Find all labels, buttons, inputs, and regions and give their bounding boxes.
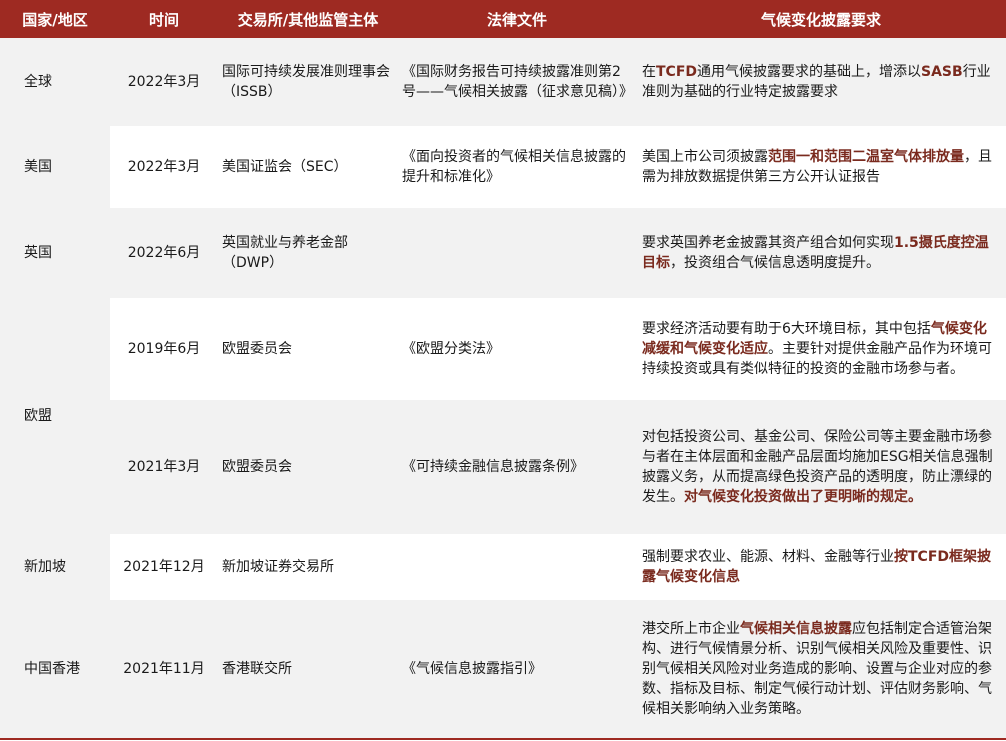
table-header: 国家/地区 时间 交易所/其他监管主体 法律文件 气候变化披露要求 <box>0 0 1006 38</box>
requirement-cell: 对包括投资公司、基金公司、保险公司等主要金融市场参与者在主体层面和金融产品层面均… <box>636 400 1006 534</box>
requirement-text: 在 <box>642 64 656 80</box>
time-cell: 2022年3月 <box>110 38 218 126</box>
requirement-text: 港交所上市企业 <box>642 621 740 637</box>
requirement-cell: 美国上市公司须披露范围一和范围二温室气体排放量，且需为排放数据提供第三方公开认证… <box>636 126 1006 208</box>
requirement-cell: 在TCFD通用气候披露要求的基础上，增添以SASB行业准则为基础的行业特定披露要… <box>636 38 1006 126</box>
time-cell: 2022年3月 <box>127 159 201 175</box>
highlighted-text: 范围一和范围二温室气体排放量 <box>768 149 964 165</box>
region-cell: 中国香港 <box>0 600 110 739</box>
region-cell: 全球 <box>0 38 110 126</box>
law-cell <box>398 534 636 600</box>
header-org: 交易所/其他监管主体 <box>218 0 398 38</box>
requirement-text: 强制要求农业、能源、材料、金融等行业 <box>642 549 894 565</box>
requirement-text: 通用气候披露要求的基础上，增添以 <box>697 64 922 80</box>
header-law: 法律文件 <box>398 0 636 38</box>
region-cell: 欧盟 <box>0 298 110 534</box>
highlighted-text: 气候相关信息披露 <box>740 621 852 637</box>
org-cell: 欧盟委员会 <box>222 341 292 357</box>
law-cell: 《可持续金融信息披露条例》 <box>398 400 636 534</box>
time-cell: 2021年3月 <box>110 400 218 534</box>
header-time: 时间 <box>110 0 218 38</box>
header-requirement: 气候变化披露要求 <box>636 0 1006 38</box>
region-cell: 美国 <box>0 126 110 208</box>
table-row: 新加坡 2021年12月 新加坡证券交易所 强制要求农业、能源、材料、金融等行业… <box>0 534 1006 600</box>
requirement-text: ，投资组合气候信息透明度提升。 <box>670 255 880 271</box>
time-cell: 2022年6月 <box>110 208 218 298</box>
law-cell: 《气候信息披露指引》 <box>398 600 636 739</box>
region-cell: 英国 <box>0 208 110 298</box>
org-cell: 新加坡证券交易所 <box>222 559 334 575</box>
time-cell: 2021年12月 <box>123 559 205 575</box>
org-cell: 香港联交所 <box>218 600 398 739</box>
highlighted-text: 对气候变化投资做出了更明晰的规定。 <box>684 489 922 505</box>
org-cell: 英国就业与养老金部（DWP） <box>218 208 398 298</box>
time-cell: 2019年6月 <box>127 341 201 357</box>
org-cell: 美国证监会（SEC） <box>222 159 348 175</box>
requirement-cell: 要求英国养老金披露其资产组合如何实现1.5摄氏度控温目标，投资组合气候信息透明度… <box>636 208 1006 298</box>
table-row: 美国 2022年3月 美国证监会（SEC） 《面向投资者的气候相关信息披露的提升… <box>0 126 1006 208</box>
requirement-text: 美国上市公司须披露 <box>642 149 768 165</box>
law-cell: 《欧盟分类法》 <box>402 341 500 357</box>
org-cell: 欧盟委员会 <box>218 400 398 534</box>
law-cell: 《面向投资者的气候相关信息披露的提升和标准化》 <box>402 149 626 185</box>
highlighted-text: SASB <box>921 64 963 80</box>
requirement-text: 要求经济活动要有助于6大环境目标，其中包括 <box>642 321 931 337</box>
table-row: 2021年3月 欧盟委员会 《可持续金融信息披露条例》 对包括投资公司、基金公司… <box>0 400 1006 534</box>
table-row: 中国香港 2021年11月 香港联交所 《气候信息披露指引》 港交所上市企业气候… <box>0 600 1006 739</box>
header-region: 国家/地区 <box>0 0 110 38</box>
highlighted-text: TCFD <box>656 64 698 80</box>
requirement-cell: 强制要求农业、能源、材料、金融等行业按TCFD框架披露气候变化信息 <box>636 534 1006 600</box>
table-row: 欧盟 2019年6月 欧盟委员会 《欧盟分类法》 要求经济活动要有助于6大环境目… <box>0 298 1006 534</box>
region-cell: 新加坡 <box>0 534 110 600</box>
law-cell <box>398 208 636 298</box>
org-cell: 国际可持续发展准则理事会（ISSB） <box>218 38 398 126</box>
requirement-cell: 港交所上市企业气候相关信息披露应包括制定合适管治架构、进行气候情景分析、识别气候… <box>636 600 1006 739</box>
requirement-cell: 要求经济活动要有助于6大环境目标，其中包括气候变化减缓和气候变化适应。主要针对提… <box>636 298 1006 400</box>
disclosure-table: 国家/地区 时间 交易所/其他监管主体 法律文件 气候变化披露要求 全球 202… <box>0 0 1006 740</box>
law-cell: 《国际财务报告可持续披露准则第2号——气候相关披露（征求意见稿）》 <box>398 38 636 126</box>
table-row: 全球 2022年3月 国际可持续发展准则理事会（ISSB） 《国际财务报告可持续… <box>0 38 1006 126</box>
requirement-text: 要求英国养老金披露其资产组合如何实现 <box>642 235 894 251</box>
table-row: 英国 2022年6月 英国就业与养老金部（DWP） 要求英国养老金披露其资产组合… <box>0 208 1006 298</box>
time-cell: 2021年11月 <box>110 600 218 739</box>
